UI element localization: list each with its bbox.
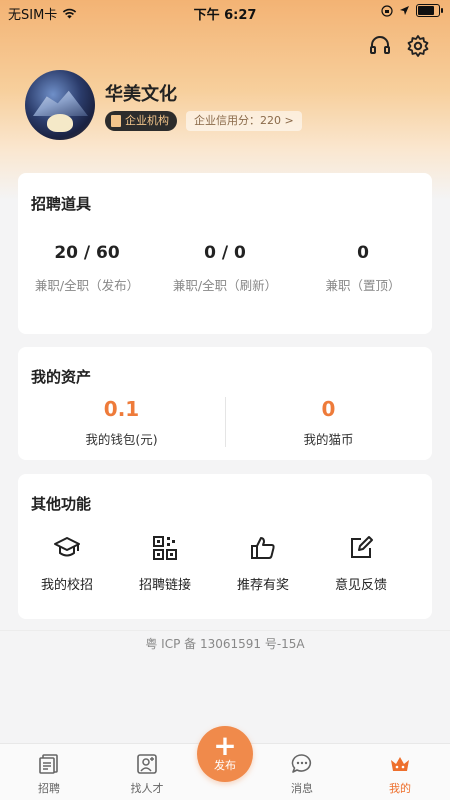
company-avatar[interactable] (25, 70, 95, 140)
tool-refresh[interactable]: 0 / 0 兼职/全职（刷新） (156, 243, 294, 294)
assets-card: 我的资产 0.1 我的钱包(元) 0 我的猫币 (18, 347, 432, 460)
separator (0, 630, 450, 631)
feature-recruit-link[interactable]: 招聘链接 (116, 534, 214, 593)
orientation-lock-icon (381, 4, 393, 17)
feature-referral-reward-label: 推荐有奖 (236, 578, 289, 593)
message-icon (291, 754, 312, 773)
find-talent-icon (137, 754, 157, 774)
credit-score-link[interactable]: 企业信用分：220 > (186, 111, 302, 131)
tab-mine[interactable]: 我的 (355, 752, 445, 796)
qr-code-icon (153, 536, 177, 560)
publish-label: 发布 (214, 759, 236, 772)
coins[interactable]: 0 我的猫币 (225, 397, 432, 448)
recruit-tools-title: 招聘道具 (31, 195, 92, 213)
wallet-label: 我的钱包(元) (85, 432, 158, 447)
coins-label: 我的猫币 (303, 432, 354, 447)
tool-refresh-value: 0 / 0 (204, 243, 246, 263)
company-name: 华美文化 (105, 84, 177, 105)
recruit-tools-card: 招聘道具 20 / 60 兼职/全职（发布） 0 / 0 兼职/全职（刷新） 0… (18, 173, 432, 334)
coins-value: 0 (321, 397, 336, 421)
tab-find-talent[interactable]: 找人才 (102, 752, 192, 796)
wallet-value: 0.1 (103, 397, 140, 421)
tab-recruit[interactable]: 招聘 (4, 752, 94, 796)
settings-gear-icon[interactable] (406, 34, 430, 58)
tab-recruit-label: 招聘 (38, 782, 60, 795)
feature-feedback[interactable]: 意见反馈 (312, 534, 410, 593)
tab-messages-label: 消息 (291, 782, 313, 795)
tab-bar: 招聘 找人才 + 发布 消息 我的 (0, 726, 450, 800)
battery-icon (416, 4, 443, 17)
feature-feedback-label: 意见反馈 (334, 578, 387, 593)
assets-title: 我的资产 (31, 368, 92, 386)
edit-icon (351, 536, 373, 558)
tool-publish[interactable]: 20 / 60 兼职/全职（发布） (18, 243, 156, 294)
tool-pin[interactable]: 0 兼职（置顶） (294, 243, 432, 294)
tab-find-talent-label: 找人才 (130, 782, 164, 795)
location-icon (400, 6, 409, 15)
customer-service-icon[interactable] (368, 34, 392, 58)
tool-refresh-label: 兼职/全职（刷新） (172, 278, 278, 293)
other-features-card: 其他功能 我的校招 招聘链接 推荐有奖 意见反馈 (18, 474, 432, 619)
org-badge-label: 企业机构 (125, 114, 169, 127)
tool-pin-label: 兼职（置顶） (325, 278, 401, 293)
feature-referral-reward[interactable]: 推荐有奖 (214, 534, 312, 593)
document-icon (111, 115, 121, 127)
org-badge: 企业机构 (105, 111, 177, 131)
thumbs-up-icon (251, 537, 275, 559)
publish-button[interactable]: + 发布 (197, 726, 253, 782)
plus-icon: + (213, 729, 237, 762)
crown-icon (391, 757, 409, 771)
status-bar: 无SIM卡 下午 6:27 (0, 0, 450, 24)
tool-pin-value: 0 (357, 243, 369, 263)
tab-mine-label: 我的 (389, 782, 411, 795)
tab-messages[interactable]: 消息 (257, 752, 347, 796)
feature-campus-recruit[interactable]: 我的校招 (18, 534, 116, 593)
feature-recruit-link-label: 招聘链接 (138, 578, 191, 593)
tool-publish-label: 兼职/全职（发布） (34, 278, 140, 293)
other-features-title: 其他功能 (31, 495, 92, 513)
feature-campus-recruit-label: 我的校招 (40, 578, 93, 593)
tool-publish-value: 20 / 60 (54, 243, 120, 263)
icp-record: 粤 ICP 备 13061591 号-15A (145, 637, 305, 651)
recruit-icon (39, 754, 58, 774)
wallet[interactable]: 0.1 我的钱包(元) (18, 397, 225, 448)
graduation-cap-icon (54, 537, 80, 557)
